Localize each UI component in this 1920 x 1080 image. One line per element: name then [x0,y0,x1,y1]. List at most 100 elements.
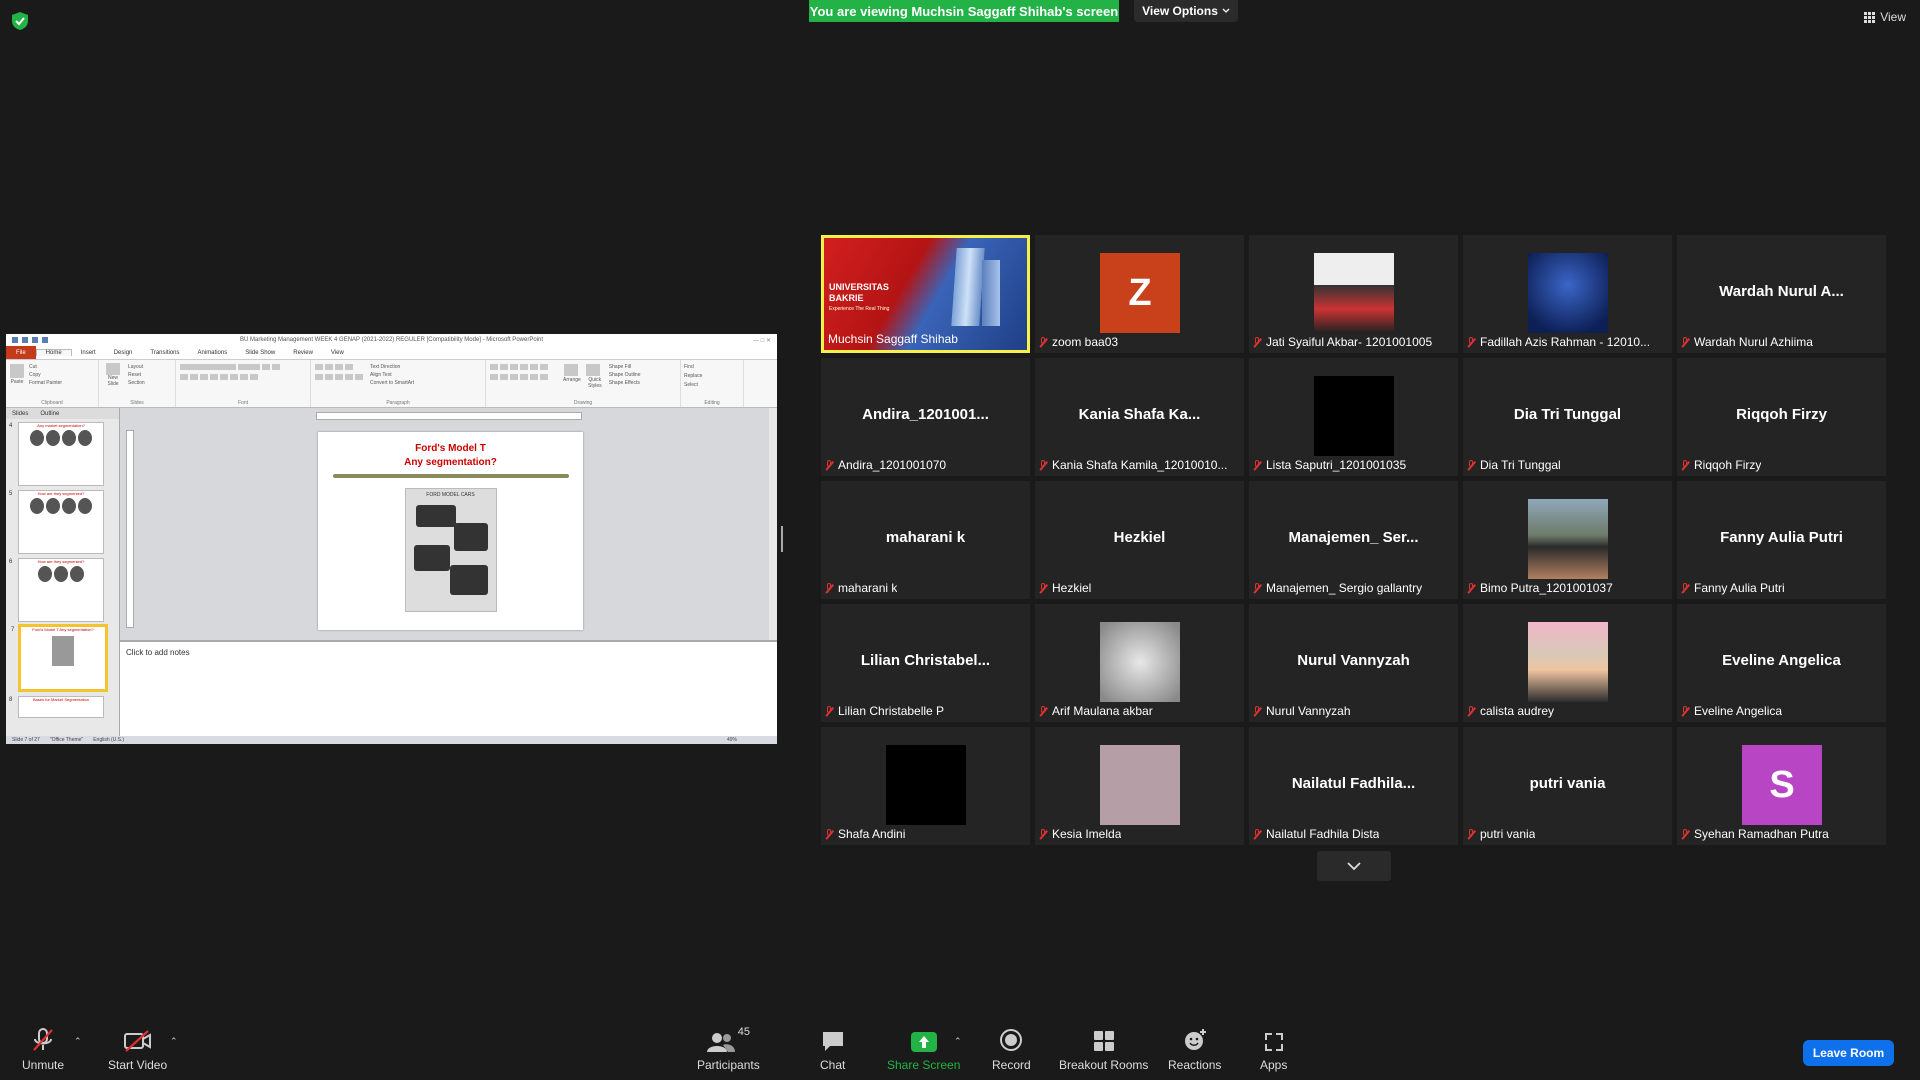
section-button[interactable]: Section [128,379,145,387]
chat-button[interactable]: Chat [820,1026,845,1072]
participant-tile[interactable]: maharani k maharani k [821,481,1030,599]
shared-screen[interactable]: BU Marketing Management WEEK 4 GENAP (20… [6,334,777,744]
unmute-button[interactable]: Unmute [22,1026,64,1072]
participant-tile[interactable]: Arif Maulana akbar [1035,604,1244,722]
participant-tile[interactable]: Lilian Christabel... Lilian Christabelle … [821,604,1030,722]
slides-tab[interactable]: Slides [12,411,28,417]
window-controls[interactable]: — □ ✕ [711,337,777,344]
participant-tile[interactable]: Dia Tri Tunggal Dia Tri Tunggal [1463,358,1672,476]
participant-tile[interactable]: Fanny Aulia Putri Fanny Aulia Putri [1677,481,1886,599]
participant-tile[interactable]: UNIVERSITAS BAKRIE Experience The Real Thi… [821,235,1030,353]
copy-button[interactable]: Copy [29,371,62,379]
editor-scrollbar[interactable] [769,408,777,640]
participant-tile[interactable]: Wardah Nurul A... Wardah Nurul Azhiima [1677,235,1886,353]
university-logo-text: UNIVERSITAS BAKRIE Experience The Real Thi… [829,282,890,312]
participant-tile[interactable]: Nurul Vannyzah Nurul Vannyzah [1249,604,1458,722]
participant-tile[interactable]: calista audrey [1463,604,1672,722]
new-slide-button[interactable]: New Slide [102,363,124,387]
layout-button[interactable]: Layout [128,363,145,371]
leave-room-button[interactable]: Leave Room [1803,1040,1894,1066]
tab-file[interactable]: File [6,346,36,359]
share-options-caret[interactable]: ⌃ [954,1036,962,1047]
muted-mic-icon [1253,705,1262,717]
quick-styles-button[interactable]: Quick Styles [585,363,605,389]
participant-tile[interactable]: Zzoom baa03 [1035,235,1244,353]
convert-smartart-button[interactable]: Convert to SmartArt [370,379,414,387]
view-options-button[interactable]: View Options [1134,0,1238,22]
select-button[interactable]: Select [684,381,740,390]
vertical-ruler [126,430,134,628]
participant-tile[interactable]: Kesia Imelda [1035,727,1244,845]
tab-insert[interactable]: Insert [72,350,105,356]
participant-tile[interactable]: S Syehan Ramadhan Putra [1677,727,1886,845]
cut-button[interactable]: Cut [29,363,62,371]
notes-pane[interactable]: Click to add notes [120,640,777,736]
breakout-rooms-button[interactable]: Breakout Rooms [1059,1026,1148,1072]
participant-name-label: Hezkiel [1039,581,1091,595]
paste-button[interactable]: Paste [9,363,25,387]
participant-tile[interactable]: putri vania putri vania [1463,727,1672,845]
participants-button[interactable]: 45 Participants [697,1026,760,1072]
text-direction-button[interactable]: Text Direction [370,363,414,371]
participant-name: Fadillah Azis Rahman - 12010... [1480,335,1651,349]
participant-display-name: Dia Tri Tunggal [1513,406,1622,423]
split-divider-handle[interactable] [781,526,783,552]
participant-gallery: UNIVERSITAS BAKRIE Experience The Real Thi… [821,235,1886,845]
slide-thumbnail[interactable]: 5 How are they segmented? [9,490,104,554]
format-painter-button[interactable]: Format Painter [29,379,62,387]
tab-transitions[interactable]: Transitions [141,350,188,356]
participant-tile[interactable]: Andira_1201001... Andira_1201001070 [821,358,1030,476]
replace-button[interactable]: Replace [684,372,740,381]
participant-tile[interactable]: Lista Saputri_1201001035 [1249,358,1458,476]
slide-thumbnail[interactable]: 4 Any market segmentation? [9,422,104,486]
quick-access-toolbar[interactable] [6,337,72,343]
shape-fill-button[interactable]: Shape Fill [609,363,641,371]
video-options-caret[interactable]: ⌃ [170,1036,178,1047]
next-page-button[interactable] [1317,851,1391,881]
security-shield-icon[interactable] [12,12,28,30]
slide-thumbnail[interactable]: 6 How are they segmented? [9,558,104,622]
shape-effects-button[interactable]: Shape Effects [609,379,641,387]
shape-outline-button[interactable]: Shape Outline [609,371,641,379]
participant-tile[interactable]: Kania Shafa Ka... Kania Shafa Kamila_1201… [1035,358,1244,476]
slide-editor[interactable]: Ford's Model T Any segmentation? FORD MO… [120,408,777,736]
participant-tile[interactable]: Manajemen_ Ser... Manajemen_ Sergio galla… [1249,481,1458,599]
tab-animations[interactable]: Animations [189,350,237,356]
slides-panel[interactable]: Slides Outline 4 Any market segmentation… [6,408,120,736]
start-video-button[interactable]: Start Video [108,1026,167,1072]
slide-thumbnail-selected[interactable]: 7 Ford's Model T Any segmentation? [11,624,108,692]
reactions-button[interactable]: Reactions [1168,1026,1221,1072]
outline-tab[interactable]: Outline [40,411,59,417]
participant-name: putri vania [1480,827,1536,841]
reset-button[interactable]: Reset [128,371,145,379]
record-icon [1000,1029,1023,1051]
participant-tile[interactable]: Nailatul Fadhila... Nailatul Fadhila Dist… [1249,727,1458,845]
audio-options-caret[interactable]: ⌃ [74,1036,82,1047]
participant-tile[interactable]: Hezkiel Hezkiel [1035,481,1244,599]
slide-thumbnail[interactable]: 8 Bases for Market Segmentation [9,696,104,718]
tab-view[interactable]: View [322,350,353,356]
share-screen-button[interactable]: Share Screen [887,1026,960,1072]
participant-tile[interactable]: Fadillah Azis Rahman - 12010... [1463,235,1672,353]
participant-name: Syehan Ramadhan Putra [1694,827,1829,841]
arrange-button[interactable]: Arrange [563,363,581,389]
apps-button[interactable]: Apps [1260,1026,1287,1072]
align-text-button[interactable]: Align Text [370,371,414,379]
participant-tile[interactable]: Eveline Angelica Eveline Angelica [1677,604,1886,722]
participant-tile[interactable]: Jati Syaiful Akbar- 1201001005 [1249,235,1458,353]
participant-name-label: Riqqoh Firzy [1681,458,1761,472]
tab-slide-show[interactable]: Slide Show [236,350,284,356]
participant-tile[interactable]: Bimo Putra_1201001037 [1463,481,1672,599]
record-button[interactable]: Record [992,1026,1031,1072]
participant-tile[interactable]: Riqqoh Firzy Riqqoh Firzy [1677,358,1886,476]
chevron-down-icon [1222,8,1230,13]
current-slide[interactable]: Ford's Model T Any segmentation? FORD MO… [318,432,583,630]
tab-review[interactable]: Review [284,350,322,356]
participant-name-label: zoom baa03 [1039,335,1118,349]
view-layout-button[interactable]: View [1864,10,1906,24]
tab-home[interactable]: Home [35,349,72,356]
participant-name: Lista Saputri_1201001035 [1266,458,1407,472]
tab-design[interactable]: Design [105,350,142,356]
participant-tile[interactable]: Shafa Andini [821,727,1030,845]
find-button[interactable]: Find [684,363,740,372]
